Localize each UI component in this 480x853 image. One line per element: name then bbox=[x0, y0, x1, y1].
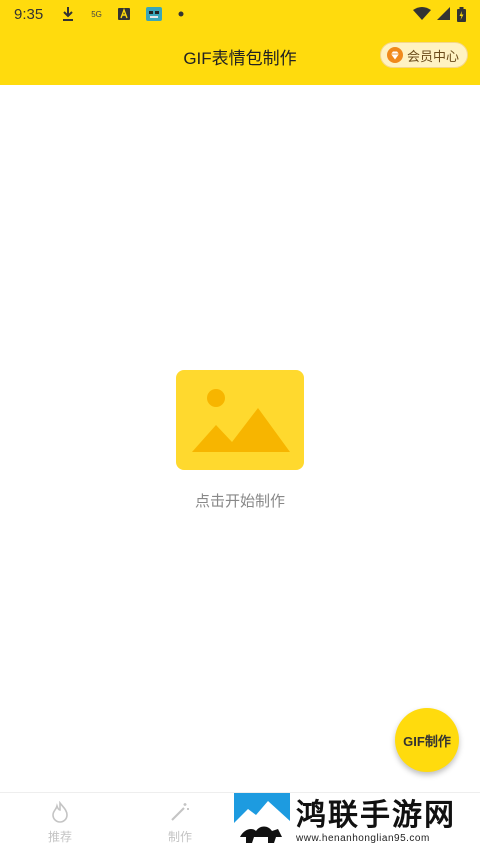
wifi-icon bbox=[413, 7, 431, 21]
app-header: GIF表情包制作 会员中心 bbox=[0, 28, 480, 85]
page-title: GIF表情包制作 bbox=[183, 49, 297, 68]
empty-state[interactable]: 点击开始制作 bbox=[0, 370, 480, 511]
status-bar: 9:35 5G bbox=[0, 0, 480, 28]
nav-label-create: 制作 bbox=[167, 830, 192, 844]
nav-label-recommend: 推荐 bbox=[47, 830, 72, 844]
watermark-url: www.henanhonglian95.com bbox=[296, 832, 430, 844]
diamond-icon bbox=[386, 47, 403, 63]
dot-icon bbox=[178, 11, 184, 17]
magic-wand-icon bbox=[169, 801, 191, 826]
start-hint-text: 点击开始制作 bbox=[194, 493, 285, 510]
watermark-title: 鸿联手游网 bbox=[296, 798, 456, 832]
watermark: 鸿联手游网 www.henanhonglian95.com bbox=[234, 793, 480, 849]
nav-item-create[interactable]: 制作 bbox=[120, 793, 240, 853]
image-placeholder-icon[interactable] bbox=[176, 370, 304, 470]
member-center-label: 会员中心 bbox=[406, 48, 459, 64]
status-time: 9:35 bbox=[14, 5, 44, 23]
app-a-icon bbox=[117, 8, 130, 20]
gif-create-fab-button[interactable]: GIF制作 bbox=[395, 708, 459, 772]
battery-icon bbox=[457, 6, 466, 22]
signal-icon bbox=[437, 7, 451, 21]
download-icon bbox=[61, 6, 75, 22]
watermark-logo bbox=[234, 793, 290, 849]
app-thumbnail-icon bbox=[145, 7, 162, 21]
nav-item-recommend[interactable]: 推荐 bbox=[0, 793, 120, 853]
system-icons bbox=[413, 6, 466, 22]
flame-icon bbox=[49, 800, 71, 826]
network-5g-icon: 5G bbox=[91, 9, 102, 19]
notification-icons: 5G bbox=[61, 6, 184, 22]
member-center-button[interactable]: 会员中心 bbox=[379, 42, 468, 68]
